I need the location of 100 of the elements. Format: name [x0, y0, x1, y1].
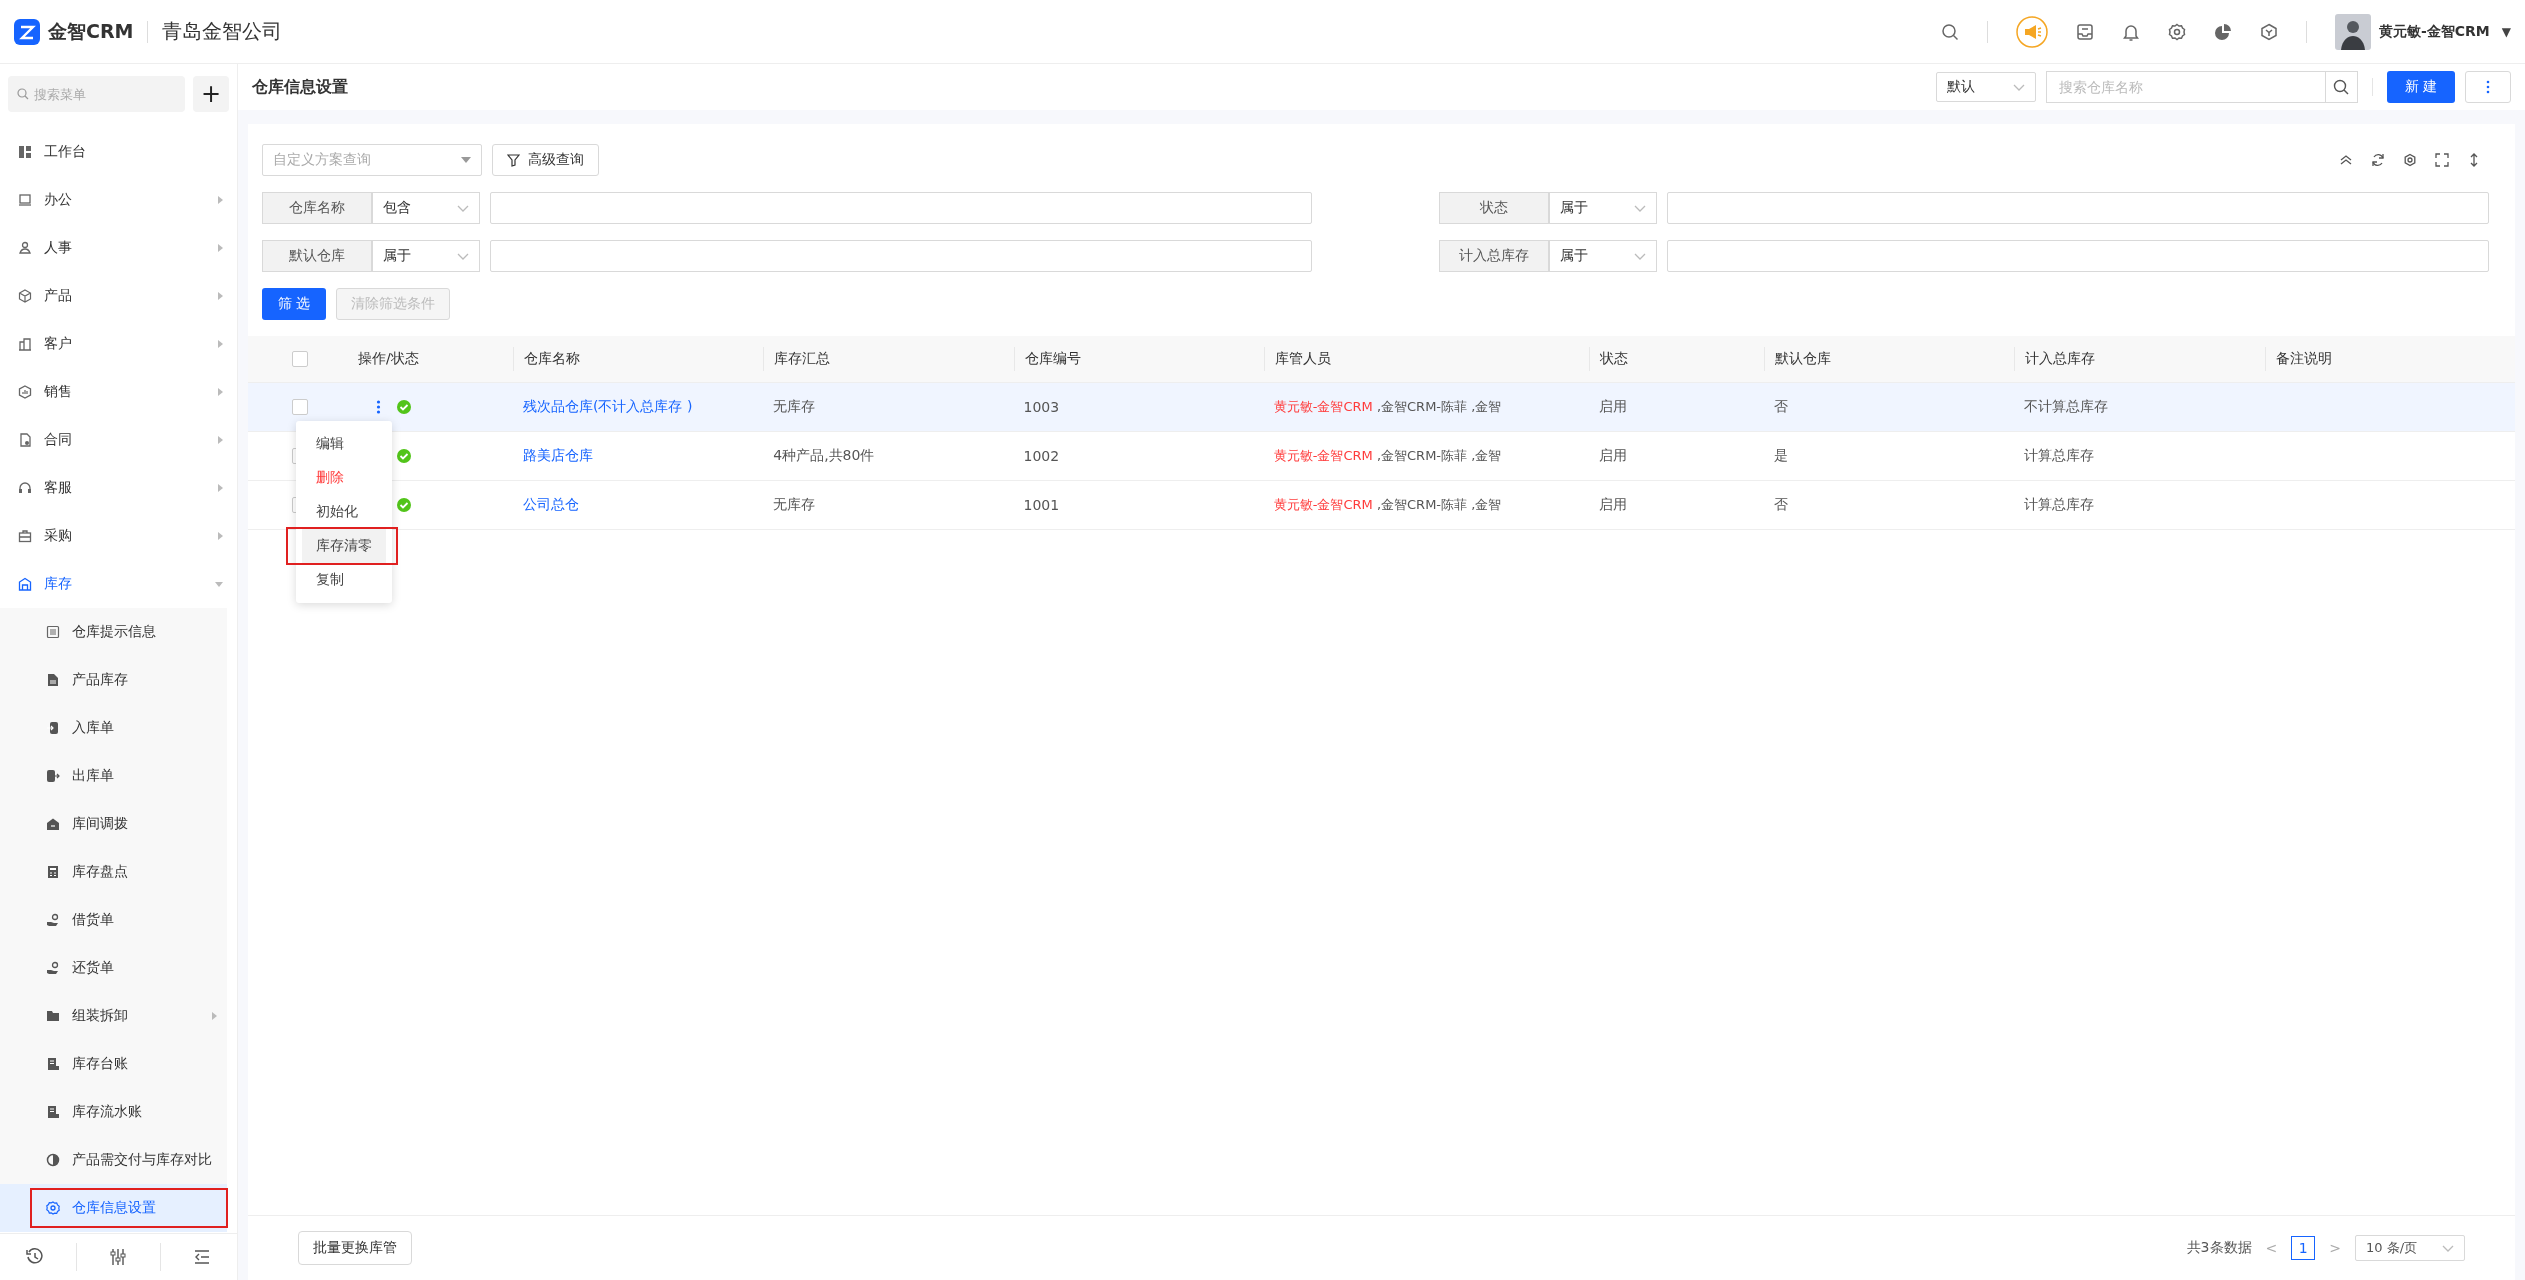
submenu-item[interactable]: 组装拆卸 — [0, 992, 227, 1040]
table-cell: 黄元敏-金智CRM ,金智CRM-陈菲 ,金智 — [1273, 398, 1502, 416]
submenu-item[interactable]: 库存台账 — [0, 1040, 227, 1088]
page-button[interactable]: 1 — [2291, 1236, 2316, 1260]
warehouse-link[interactable]: 残次品仓库(不计入总库存 ) — [523, 398, 693, 416]
settings-icon[interactable] — [2167, 22, 2186, 41]
menu-item[interactable]: 库存 — [0, 560, 237, 608]
sliders-icon[interactable] — [109, 1248, 128, 1266]
hand-icon — [46, 961, 60, 975]
filter-button[interactable]: 筛 选 — [262, 288, 327, 320]
menu-item[interactable]: 编辑 — [302, 427, 386, 461]
double-chevron-icon[interactable] — [2339, 153, 2353, 167]
operator-select[interactable]: 属于 — [372, 240, 480, 272]
file-icon — [46, 673, 60, 687]
menu-item[interactable]: 销售 — [0, 368, 237, 416]
search-icon[interactable] — [1940, 22, 1959, 41]
column-header: 操作/状态 — [358, 350, 419, 368]
advanced-search-button[interactable]: 高级查询 — [492, 144, 599, 176]
caret-icon[interactable]: ▼ — [2501, 24, 2511, 39]
caret-icon — [2012, 83, 2025, 91]
operator-select[interactable]: 属于 — [1549, 192, 1657, 224]
menu-item[interactable]: 合同 — [0, 416, 237, 464]
search-field[interactable]: 搜索菜单 — [8, 76, 185, 112]
history-icon[interactable] — [26, 1248, 45, 1266]
table-cell: 否 — [1774, 398, 1789, 416]
menu-item[interactable]: 人事 — [0, 224, 237, 272]
menu-item[interactable]: 初始化 — [302, 495, 386, 529]
submenu-item[interactable]: 入库单 — [0, 704, 227, 752]
bell-icon[interactable] — [2121, 22, 2140, 41]
submenu-item[interactable]: 仓库信息设置 — [0, 1184, 227, 1232]
add-button[interactable]: + — [193, 76, 229, 112]
warehouse-link[interactable]: 路美店仓库 — [523, 447, 593, 465]
headset-icon — [18, 481, 32, 495]
submenu-item[interactable]: 借货单 — [0, 896, 227, 944]
view-select[interactable]: 默认 — [1935, 72, 2036, 102]
arrow-icon — [218, 340, 223, 348]
avatar-icon[interactable] — [2334, 13, 2371, 50]
caret-icon — [457, 252, 469, 260]
submenu-item[interactable]: 仓库提示信息 — [0, 608, 227, 656]
page-size-select[interactable]: 10 条/页 — [2355, 1235, 2465, 1261]
person-icon — [18, 241, 32, 255]
menu-item[interactable]: 复制 — [302, 563, 386, 597]
menu-item[interactable]: 客服 — [0, 464, 237, 512]
arrow-icon — [215, 581, 223, 587]
submenu-item[interactable]: 还货单 — [0, 944, 227, 992]
list-icon — [46, 625, 60, 639]
inbox-icon[interactable] — [2075, 22, 2094, 41]
fullscreen-icon[interactable] — [2435, 153, 2449, 167]
submenu-item[interactable]: 出库单 — [0, 752, 227, 800]
table-cell: 启用 — [1599, 398, 1628, 416]
caret-icon — [457, 204, 469, 212]
checkbox[interactable] — [292, 399, 308, 415]
monitor-icon — [18, 193, 32, 207]
table-cell: 黄元敏-金智CRM ,金智CRM-陈菲 ,金智 — [1273, 496, 1502, 514]
caret-icon — [1634, 252, 1646, 260]
warehouse-link[interactable]: 公司总仓 — [523, 496, 579, 514]
company-name: 青岛金智公司 — [162, 18, 283, 45]
operator-select[interactable]: 包含 — [372, 192, 480, 224]
arrow-icon — [218, 436, 223, 444]
filter-input[interactable] — [490, 192, 1312, 224]
exit-icon — [46, 769, 60, 783]
column-header: 仓库名称 — [524, 350, 580, 368]
menu-item[interactable]: 库存清零 — [302, 529, 386, 563]
folder-icon — [46, 1009, 60, 1023]
hexagon-icon[interactable] — [2259, 22, 2278, 41]
bag-icon — [18, 529, 32, 543]
cube-icon — [18, 289, 32, 303]
menu-item[interactable]: 产品 — [0, 272, 237, 320]
menu-item[interactable]: 办公 — [0, 176, 237, 224]
operator-select[interactable]: 属于 — [1549, 240, 1657, 272]
menu-item[interactable]: 删除 — [302, 461, 386, 495]
pie-chart-icon[interactable] — [2213, 22, 2232, 41]
collapse-icon[interactable] — [192, 1248, 211, 1266]
submenu-item[interactable]: 产品库存 — [0, 656, 227, 704]
table-cell: 启用 — [1599, 447, 1628, 465]
menu-item[interactable]: 客户 — [0, 320, 237, 368]
refresh-icon[interactable] — [2371, 153, 2385, 167]
search-button[interactable] — [2325, 71, 2358, 103]
menu-item[interactable]: 工作台 — [0, 128, 237, 176]
column-header: 默认仓库 — [1775, 350, 1832, 368]
filter-label: 计入总库存 — [1439, 240, 1549, 272]
menu-item[interactable]: 采购 — [0, 512, 237, 560]
submenu-item[interactable]: 库存流水账 — [0, 1088, 227, 1136]
batch-change-button[interactable]: 批量更换库管 — [298, 1231, 412, 1265]
settings-icon[interactable] — [2403, 153, 2417, 167]
more-icon[interactable] — [376, 400, 381, 414]
checkbox[interactable] — [292, 351, 308, 367]
filter-input[interactable] — [1667, 240, 2489, 272]
user-name[interactable]: 黄元敏-金智CRM — [2378, 22, 2490, 41]
search-field[interactable]: 搜索仓库名称 — [2045, 71, 2326, 103]
new-button[interactable]: 新 建 — [2386, 71, 2455, 103]
warehouse-icon — [18, 577, 32, 591]
submenu-item[interactable]: 库存盘点 — [0, 848, 227, 896]
arrow-icon — [218, 292, 223, 300]
table-cell: 否 — [1774, 496, 1789, 514]
submenu-item[interactable]: 库间调拨 — [0, 800, 227, 848]
column-header: 库管人员 — [1274, 350, 1331, 368]
submenu-item[interactable]: 产品需交付与库存对比 — [0, 1136, 227, 1184]
filter-input[interactable] — [1667, 192, 2489, 224]
filter-input[interactable] — [490, 240, 1312, 272]
